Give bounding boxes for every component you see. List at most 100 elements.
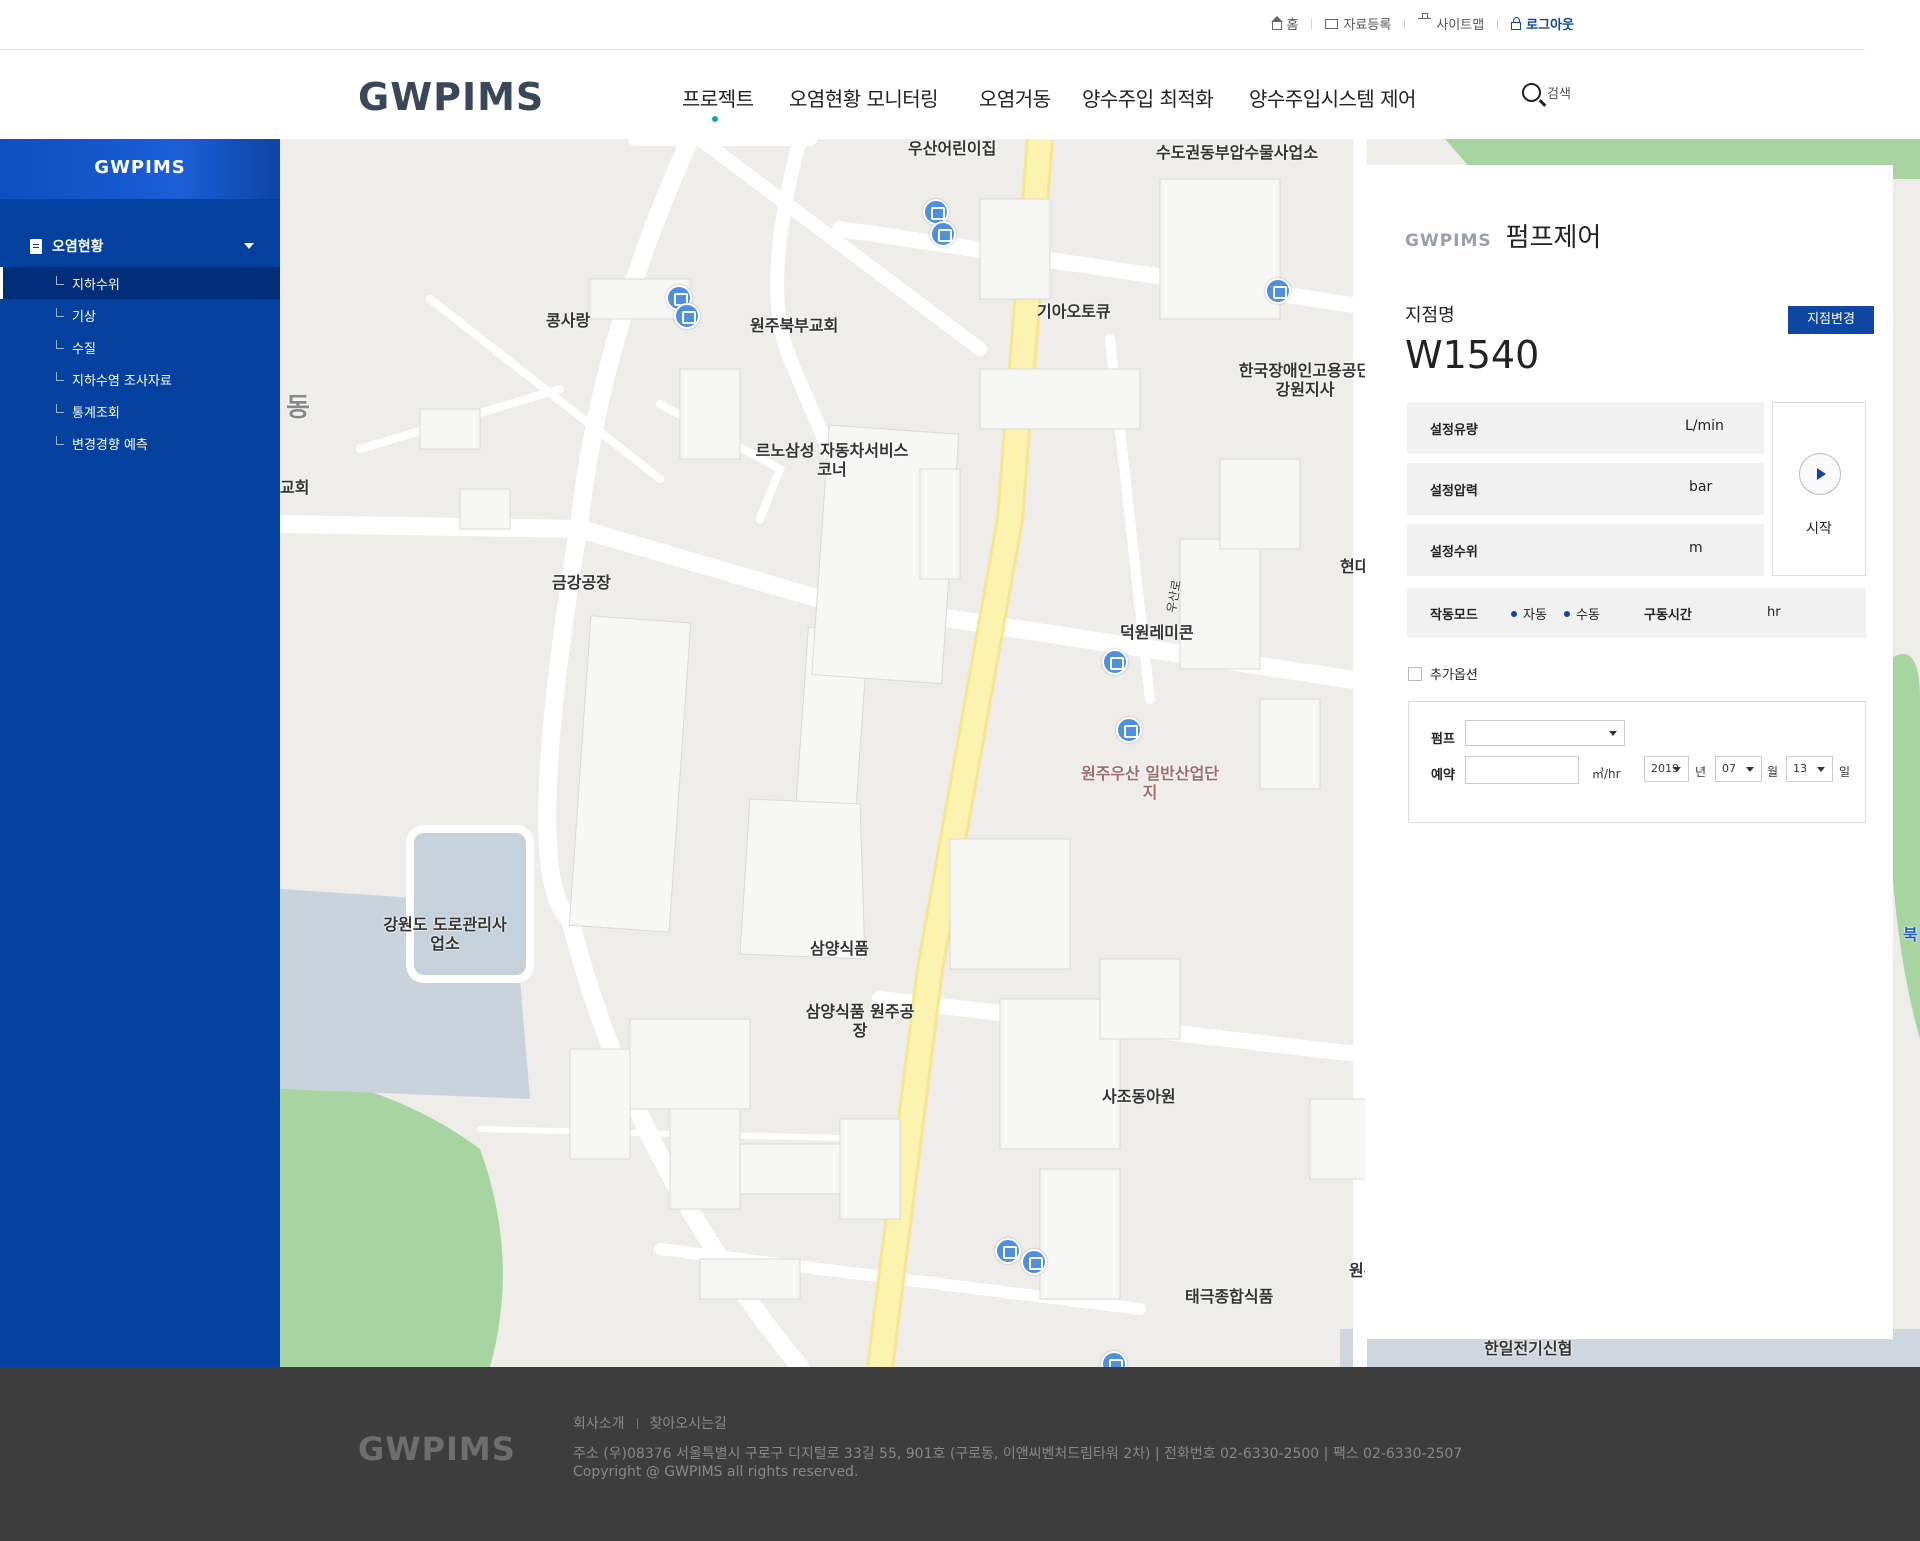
play-icon[interactable] [1799,453,1841,495]
duration-unit: hr [1767,605,1781,620]
set-pressure-row[interactable]: 설정압력 bar [1407,463,1764,515]
site-logo[interactable]: GWPIMS [358,75,544,119]
bus-stop-icon[interactable] [674,303,700,329]
extra-option-checkbox[interactable]: 추가옵션 [1408,664,1478,683]
sidebar-item-groundwater-level[interactable]: 지하수위 [0,267,280,299]
reserve-unit: ㎥/hr [1592,767,1621,781]
map-label: 강원도 도로관리사업소 [383,915,507,953]
company-info-link[interactable]: 회사소개 [573,1413,625,1433]
operation-mode-row: 작동모드 자동 수동 구동시간 hr [1407,588,1866,638]
divider [1311,18,1313,29]
pump-label: 펌프 [1431,732,1455,747]
bus-stop-icon[interactable] [1102,649,1128,675]
start-box: 시작 [1772,402,1866,576]
map-label: 금강공장 [552,573,611,592]
setting-unit: bar [1689,479,1713,495]
setting-unit: m [1689,540,1703,556]
setting-unit: L/min [1685,418,1724,434]
change-site-button[interactable]: 지점변경 [1788,306,1874,334]
sidebar-banner: GWPIMS [0,139,300,199]
reserve-label: 예약 [1431,768,1455,783]
site-label: 지점명 [1405,305,1455,326]
day-unit: 일 [1839,765,1851,779]
checkbox-icon [1408,666,1422,681]
setting-label: 설정압력 [1430,484,1478,499]
map-label: 교회 [280,478,310,497]
sidebar-item-water-quality[interactable]: 수질 [0,331,280,363]
mode-auto-radio[interactable]: 자동 [1511,604,1547,623]
map-label: 삼양식품 원주공장 [805,1002,915,1040]
map-label: 우산어린이집 [908,139,997,158]
divider [1497,18,1499,29]
home-link[interactable]: 홈 [1270,14,1298,33]
nav-monitoring[interactable]: 오염현황 모니터링 [789,83,939,112]
active-nav-indicator [712,116,718,122]
year-unit: 년 [1695,765,1707,779]
footer-address: 주소 (우)08376 서울특별시 구로구 디지털로 33길 55, 901호 … [573,1446,1463,1462]
directions-link[interactable]: 찾아오시는길 [650,1413,727,1433]
map-label: 북 [1903,925,1918,944]
sidebar-item-weather[interactable]: 기상 [0,299,280,331]
footer-copyright: Copyright @ GWPIMS all rights reserved. [573,1464,859,1480]
map-label: 사조동아원 [1102,1087,1176,1106]
panel-title: 펌프제어 [1505,223,1602,253]
keyboard-icon [1325,18,1339,29]
sidebar-item-survey-data[interactable]: 지하수염 조사자료 [0,363,280,395]
bus-stop-icon[interactable] [1265,278,1291,304]
day-select[interactable]: 13 [1786,756,1833,782]
utility-bar: 홈 자료등록 사이트맵 로그아웃 [0,0,1920,50]
lot-area [406,825,534,983]
map-label: 콩사랑 [546,311,591,330]
document-icon [30,238,42,254]
map-label: 동 [286,393,310,423]
nav-system-control[interactable]: 양수주입시스템 제어 [1249,83,1416,112]
radio-dot-icon [1511,610,1517,617]
pump-control-panel: GWPIMS 펌프제어 지점명 W1540 지점변경 설정유량 L/min 설정… [1365,165,1893,1339]
panel-logo: GWPIMS [1405,231,1492,251]
map-label: 원주우산 일반산업단지 [1080,764,1220,802]
bus-stop-icon[interactable] [995,1238,1021,1264]
map-label: 덕원레미콘 [1120,623,1194,642]
main-road [869,139,1051,1367]
search-icon [1522,83,1541,102]
bus-stop-icon[interactable] [1021,1249,1047,1275]
park-area [280,1069,503,1367]
pump-select[interactable] [1465,720,1625,746]
mode-manual-radio[interactable]: 수동 [1564,604,1600,623]
set-flow-row[interactable]: 설정유량 L/min [1407,402,1764,454]
month-select[interactable]: 07 [1715,756,1762,782]
start-label: 시작 [1806,521,1832,537]
bus-stop-icon[interactable] [930,221,956,247]
data-register-link[interactable]: 자료등록 [1325,14,1391,33]
map-label: 한일전기신협 [1484,1339,1573,1358]
reserve-input[interactable] [1465,756,1579,784]
nav-project[interactable]: 프로젝트 [682,83,754,112]
nav-pollution-behavior[interactable]: 오염거동 [979,83,1051,112]
setting-label: 설정유량 [1430,423,1478,438]
set-level-row[interactable]: 설정수위 m [1407,524,1764,576]
sidebar-item-statistics[interactable]: 통계조회 [0,395,280,427]
mode-label: 작동모드 [1430,608,1478,623]
site-id: W1540 [1405,333,1540,377]
nav-optimization[interactable]: 양수주입 최적화 [1082,83,1214,112]
year-select[interactable]: 2019 [1644,756,1689,782]
radio-dot-icon [1564,610,1570,617]
map-label: 삼양식품 [810,939,869,958]
home-icon [1270,15,1283,30]
logout-link[interactable]: 로그아웃 [1511,14,1574,33]
map-label: 태극종합식품 [1185,1287,1274,1306]
search-button[interactable]: 검색 [1522,83,1571,102]
utility-links: 홈 자료등록 사이트맵 로그아웃 [1270,13,1574,33]
panel-header: GWPIMS 펌프제어 [1405,217,1601,254]
sidebar-brand: GWPIMS [94,157,186,178]
sidebar-item-trend-prediction[interactable]: 변경경향 예측 [0,427,280,459]
bus-stop-icon[interactable] [1116,717,1142,743]
sidebar-menu: 오염현황 지하수위 기상 수질 지하수염 조사자료 통계조회 변경경향 예측 [0,225,280,459]
sidebar-section-pollution[interactable]: 오염현황 [0,225,280,267]
map-label: 수도권동부압수물사업소 [1156,143,1318,162]
duration-label: 구동시간 [1644,608,1692,623]
map-label: 기아오토큐 [1037,302,1111,321]
lock-icon [1511,16,1522,30]
sitemap-link[interactable]: 사이트맵 [1418,13,1484,33]
footer-logo: GWPIMS [358,1430,516,1468]
